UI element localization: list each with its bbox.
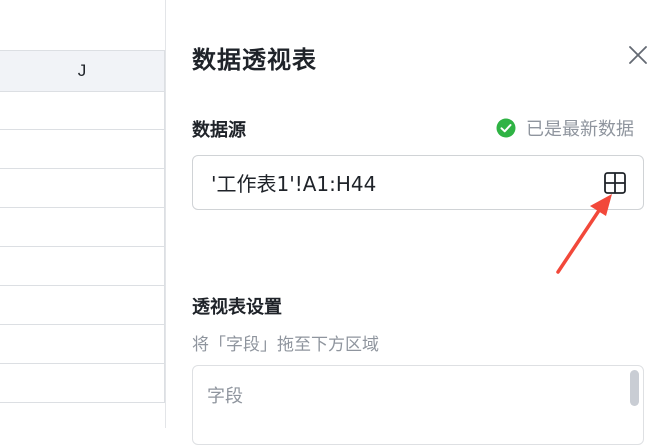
sheet-row[interactable]: [0, 325, 165, 364]
close-icon[interactable]: [627, 44, 649, 66]
sheet-row[interactable]: [0, 208, 165, 247]
sheet-row[interactable]: [0, 169, 165, 208]
data-status: 已是最新数据: [496, 116, 634, 140]
sheet-row[interactable]: [0, 364, 165, 403]
sheet-row[interactable]: [0, 130, 165, 169]
column-header-j[interactable]: J: [0, 50, 165, 92]
pivot-settings-hint: 将「字段」拖至下方区域: [192, 335, 379, 355]
fields-scrollbar[interactable]: [630, 370, 639, 406]
data-status-text: 已是最新数据: [526, 119, 634, 140]
sheet-row[interactable]: [0, 286, 165, 325]
sheet-row[interactable]: [0, 91, 165, 130]
select-range-grid-icon[interactable]: [603, 171, 627, 195]
panel-title: 数据透视表: [192, 46, 317, 74]
sheet-row[interactable]: [0, 247, 165, 286]
fields-label: 字段: [207, 386, 243, 407]
pivot-table-panel: 数据透视表 数据源 已是最新数据 '工作表1'!A1:H44 透视表设置 将「字…: [166, 0, 650, 445]
sheet-toolbar-area: [0, 0, 165, 51]
spreadsheet-area: J: [0, 0, 165, 428]
data-source-label: 数据源: [192, 120, 246, 141]
data-source-range-value: '工作表1'!A1:H44: [211, 172, 377, 196]
check-circle-icon: [496, 118, 516, 138]
pivot-settings-label: 透视表设置: [192, 297, 282, 318]
fields-list[interactable]: 字段: [192, 365, 644, 445]
data-source-range-input[interactable]: '工作表1'!A1:H44: [192, 155, 644, 210]
